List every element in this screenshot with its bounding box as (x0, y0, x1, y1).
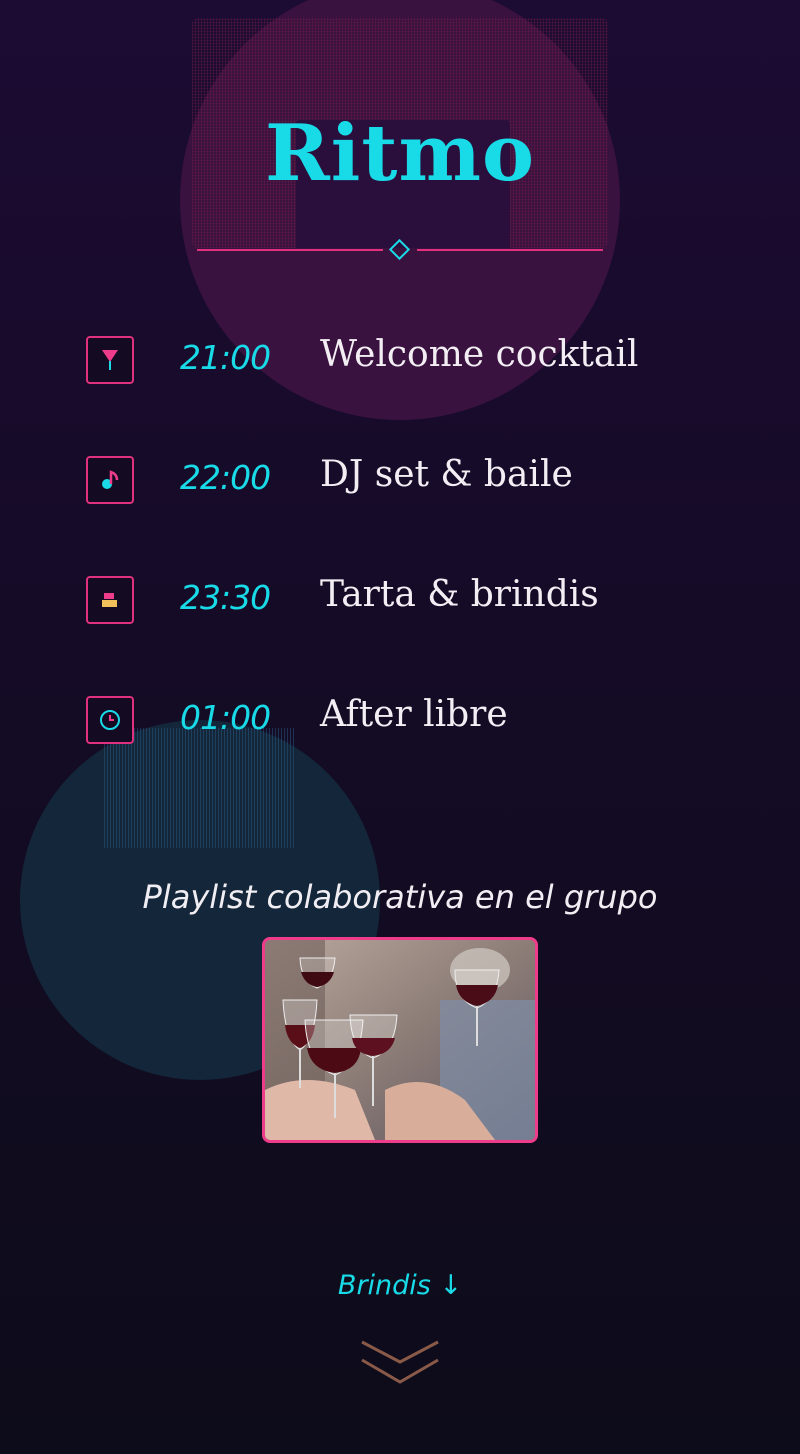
divider-line-left (197, 249, 383, 251)
playlist-note: Playlist colaborativa en el grupo (142, 878, 658, 916)
diamond-icon (388, 238, 411, 261)
schedule-event: Welcome cocktail (320, 334, 639, 375)
toast-photo (262, 937, 538, 1143)
page-title: Ritmo (264, 108, 536, 199)
chevron-down-icon[interactable] (358, 1336, 442, 1390)
clock-icon (86, 696, 134, 744)
schedule-event: Tarta & brindis (320, 574, 599, 615)
cocktail-icon (86, 336, 134, 384)
decorative-pattern-bottom (104, 728, 294, 848)
cake-icon (86, 576, 134, 624)
divider-line-right (417, 249, 603, 251)
wine-glasses-image (265, 940, 535, 1140)
next-section-link[interactable]: Brindis ↓ (0, 1270, 800, 1301)
schedule-item: 22:00 DJ set & baile (86, 454, 726, 504)
schedule-time: 01:00 (180, 698, 271, 737)
schedule-time: 22:00 (180, 458, 271, 497)
schedule-time: 21:00 (180, 338, 271, 377)
schedule-event: DJ set & baile (320, 454, 573, 495)
title-divider (197, 238, 603, 262)
schedule-item: 01:00 After libre (86, 694, 726, 744)
schedule-item: 23:30 Tarta & brindis (86, 574, 726, 624)
schedule-time: 23:30 (180, 578, 271, 617)
schedule-item: 21:00 Welcome cocktail (86, 334, 726, 384)
music-note-icon (86, 456, 134, 504)
schedule-event: After libre (320, 694, 508, 735)
